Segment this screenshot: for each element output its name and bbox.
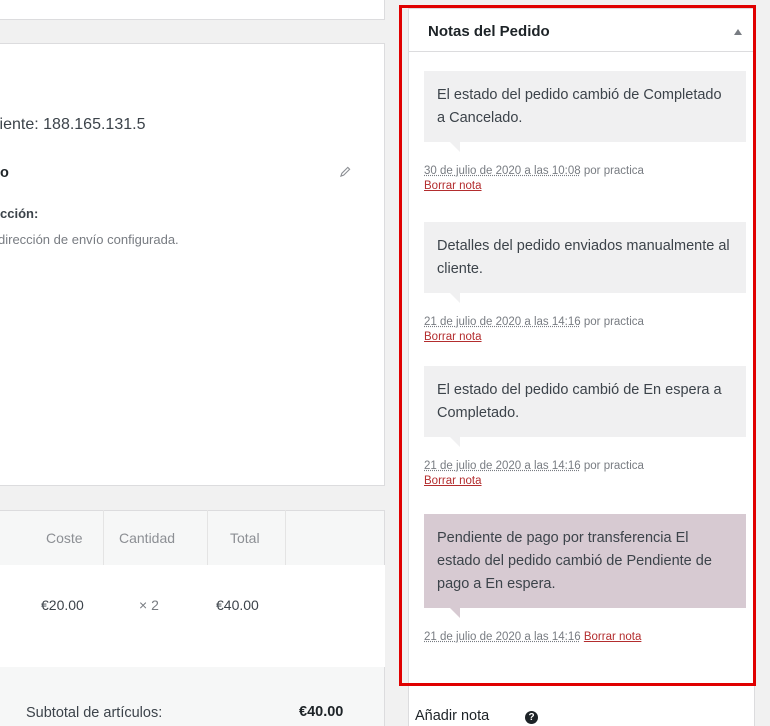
column-divider xyxy=(207,510,208,565)
order-note: El estado del pedido cambió de En espera… xyxy=(424,366,746,489)
note-author: practica xyxy=(603,460,644,472)
note-meta: 30 de julio de 2020 a las 10:08 por prac… xyxy=(424,164,746,194)
delete-note-link[interactable]: Borrar nota xyxy=(424,475,482,487)
note-meta: 21 de julio de 2020 a las 14:16 por prac… xyxy=(424,315,746,345)
note-date: 21 de julio de 2020 a las 14:16 xyxy=(424,460,581,472)
note-date: 30 de julio de 2020 a las 10:08 xyxy=(424,165,581,177)
note-meta: 21 de julio de 2020 a las 14:16 Borrar n… xyxy=(424,630,746,645)
column-header-cost: Coste xyxy=(46,530,83,546)
help-icon[interactable]: ? xyxy=(525,711,538,724)
note-date: 21 de julio de 2020 a las 14:16 xyxy=(424,316,581,328)
note-author: practica xyxy=(603,316,644,328)
delete-note-link[interactable]: Borrar nota xyxy=(424,180,482,192)
column-divider xyxy=(103,510,104,565)
note-content: Pendiente de pago por transferencia El e… xyxy=(424,514,746,618)
delete-note-link[interactable]: Borrar nota xyxy=(584,631,642,643)
note-content: El estado del pedido cambió de En espera… xyxy=(424,366,746,447)
customer-order-note: Pendiente de pago por transferencia El e… xyxy=(424,514,746,645)
item-quantity: × 2 xyxy=(139,597,159,613)
order-data-card xyxy=(0,0,385,20)
item-total: €40.00 xyxy=(216,597,259,613)
shipping-address-label: cción: xyxy=(0,206,39,221)
shipping-address-value: dirección de envío configurada. xyxy=(0,232,179,247)
note-by: por xyxy=(583,460,601,472)
customer-details-card xyxy=(0,43,385,486)
order-note: Detalles del pedido enviados manualmente… xyxy=(424,222,746,345)
collapse-arrow-icon[interactable] xyxy=(734,29,742,35)
shipping-heading: o xyxy=(0,165,9,181)
delete-note-link[interactable]: Borrar nota xyxy=(424,331,482,343)
column-header-quantity: Cantidad xyxy=(119,530,176,546)
order-notes-title: Notas del Pedido xyxy=(428,23,550,40)
subtotal-label: Subtotal de artículos: xyxy=(26,705,163,721)
note-content: Detalles del pedido enviados manualmente… xyxy=(424,222,746,303)
order-note: El estado del pedido cambió de Completad… xyxy=(424,71,746,194)
add-note-label: Añadir nota xyxy=(415,708,490,724)
note-meta: 21 de julio de 2020 a las 14:16 por prac… xyxy=(424,459,746,489)
note-date: 21 de julio de 2020 a las 14:16 xyxy=(424,631,581,643)
subtotal-value: €40.00 xyxy=(299,704,344,720)
note-content: El estado del pedido cambió de Completad… xyxy=(424,71,746,152)
note-by: por xyxy=(583,165,601,177)
column-header-total: Total xyxy=(230,530,260,546)
note-author: practica xyxy=(603,165,644,177)
note-by: por xyxy=(583,316,601,328)
items-row-bg xyxy=(0,565,385,667)
order-notes-header[interactable]: Notas del Pedido xyxy=(409,9,754,52)
column-divider xyxy=(285,510,286,565)
pencil-icon[interactable] xyxy=(340,166,351,177)
customer-ip-text: liente: 188.165.131.5 xyxy=(0,116,146,133)
item-cost: €20.00 xyxy=(41,597,84,613)
